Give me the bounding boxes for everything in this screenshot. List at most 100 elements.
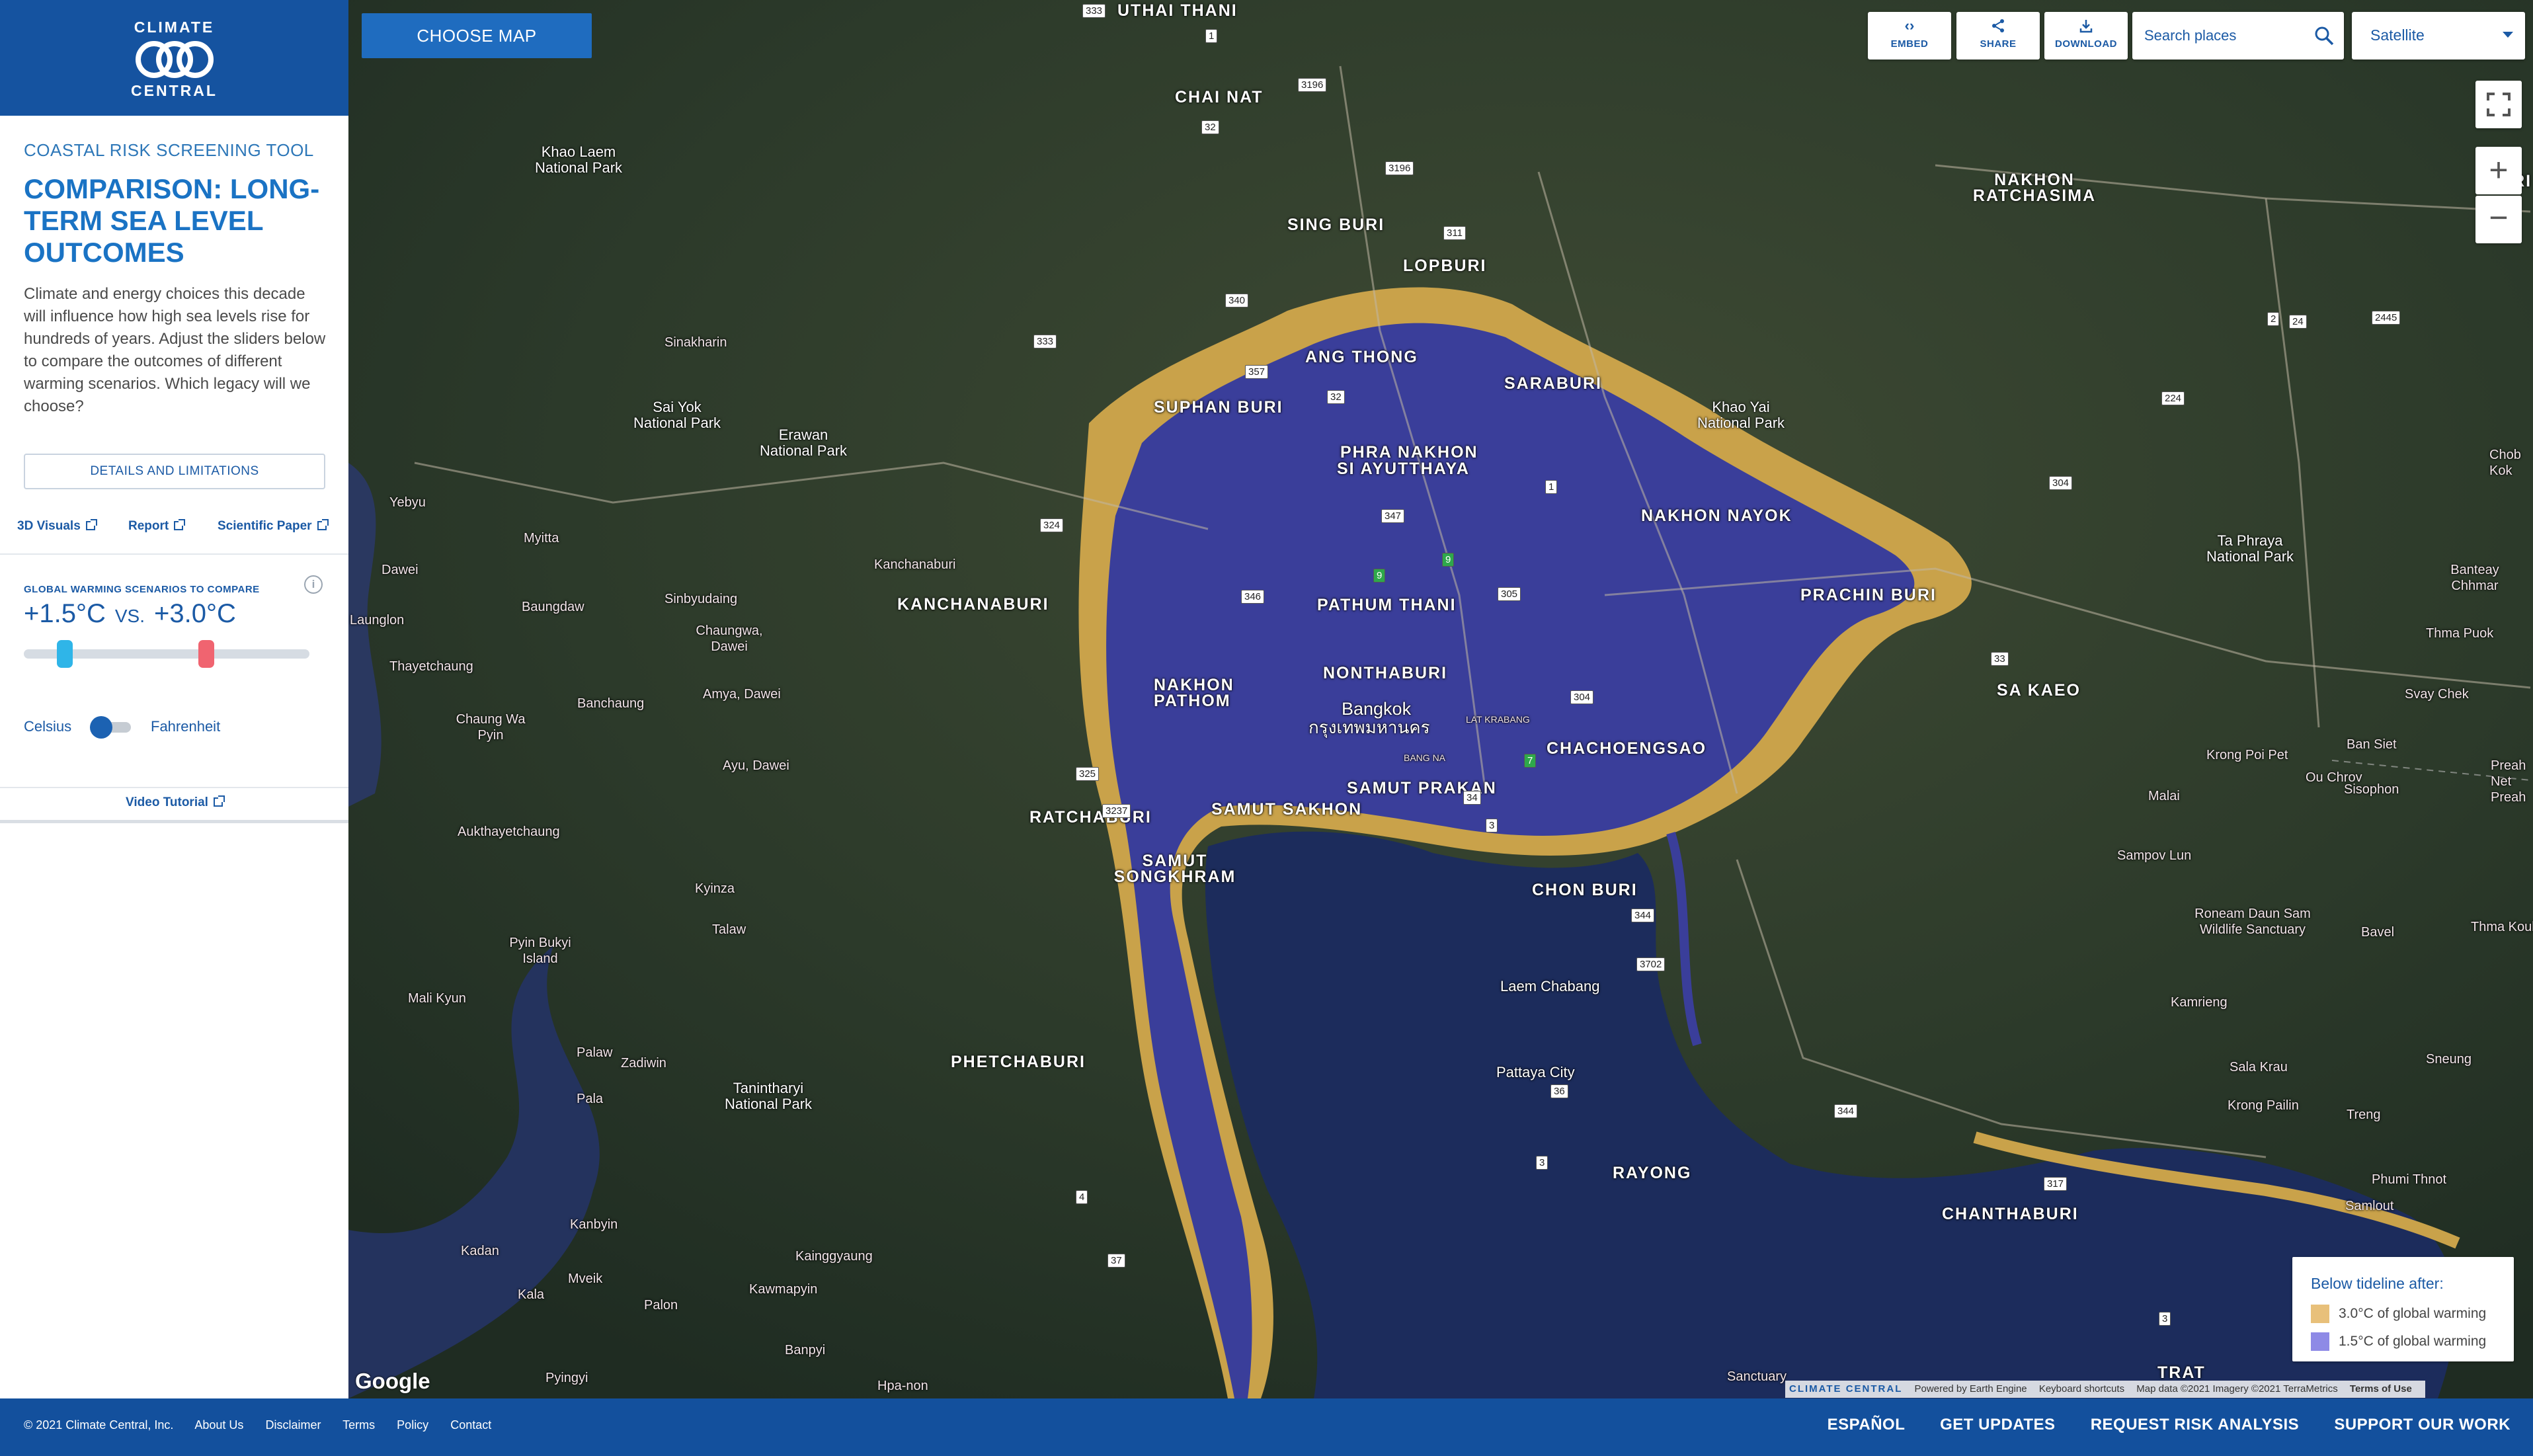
embed-button[interactable]: ‹› EMBED: [1868, 12, 1951, 60]
place-label: Chaung Wa Pyin: [456, 712, 526, 743]
place-label: Malai: [2148, 789, 2180, 803]
details-and-limitations-button[interactable]: DETAILS AND LIMITATIONS: [24, 454, 325, 489]
climate-central-logo[interactable]: CLIMATE CENTRAL: [0, 0, 348, 116]
road-shield: 317: [2044, 1177, 2068, 1191]
road-shield: 9: [1373, 569, 1386, 583]
place-label: Chob Kok: [2489, 448, 2521, 478]
link-report[interactable]: Report: [128, 519, 186, 534]
road-shield: 347: [1381, 509, 1405, 523]
place-label: Krong Pailin: [2228, 1098, 2299, 1113]
place-label: Treng: [2347, 1108, 2381, 1122]
place-label: Ta Phraya National Park: [2206, 532, 2294, 565]
satellite-map-image: [348, 0, 2533, 1398]
place-label: Zadiwin: [621, 1056, 666, 1071]
place-label: Khao Laem National Park: [534, 143, 623, 176]
road-shield: 344: [1631, 909, 1655, 922]
place-label: Banteay Chhmar: [2450, 563, 2499, 593]
place-label: NONTHABURI: [1323, 664, 1448, 682]
place-label: Sinbyudaing: [664, 592, 738, 606]
footer-nav-espanol[interactable]: ESPAÑOL: [1828, 1416, 1905, 1434]
road-shield: 340: [1225, 294, 1249, 307]
footer-link-contact[interactable]: Contact: [450, 1418, 491, 1432]
footer-link-disclaimer[interactable]: Disclaimer: [265, 1418, 321, 1432]
road-shield: 3196: [1298, 78, 1327, 92]
share-button[interactable]: SHARE: [1956, 12, 2040, 60]
place-label: Kamrieng: [2171, 995, 2228, 1010]
place-label: Bavel: [2361, 925, 2395, 940]
footer-nav-get-updates[interactable]: GET UPDATES: [1940, 1416, 2055, 1434]
place-label: CHANTHABURI: [1942, 1205, 2079, 1223]
scenarios-label: GLOBAL WARMING SCENARIOS TO COMPARE: [24, 584, 260, 595]
place-label: RATCHABURI: [1029, 808, 1152, 827]
fullscreen-button[interactable]: [2475, 81, 2522, 128]
place-label: ANG THONG: [1305, 348, 1418, 366]
sidebar: CLIMATE CENTRAL COASTAL RISK SCREENING T…: [0, 0, 348, 1398]
unit-toggle[interactable]: [90, 716, 134, 739]
scenario-low-handle[interactable]: [57, 640, 73, 668]
place-label: CHAI NAT: [1175, 88, 1264, 106]
place-label: Yebyu: [389, 495, 426, 510]
place-label: Pattaya City: [1496, 1064, 1575, 1080]
zoom-out-button[interactable]: −: [2475, 196, 2522, 243]
footer-nav: ESPAÑOL GET UPDATES REQUEST RISK ANALYSI…: [1797, 1416, 2511, 1434]
place-label: Erawan National Park: [759, 426, 848, 459]
road-shield: 2: [2267, 312, 2280, 326]
link-3d-visuals[interactable]: 3D Visuals: [17, 519, 97, 534]
place-label: NAKHON PATHOM: [1154, 676, 1234, 710]
road-shield: 304: [1570, 690, 1594, 704]
map-canvas[interactable]: UTHAI THANI CHAI NAT SING BURI LOPBURI A…: [348, 0, 2533, 1398]
share-icon: [1992, 19, 2004, 32]
place-label: PATHUM THANI: [1317, 596, 1457, 614]
place-label: PHRA NAKHON: [1340, 443, 1478, 462]
footer-nav-support-our-work[interactable]: SUPPORT OUR WORK: [2334, 1416, 2511, 1434]
place-label: Palaw: [577, 1045, 613, 1060]
place-label: Palon: [644, 1298, 678, 1313]
place-label: Thayetchaung: [389, 659, 473, 674]
basemap-select[interactable]: Satellite: [2352, 12, 2525, 60]
place-label: Aukthayetchaung: [458, 825, 560, 839]
scenario-high-handle[interactable]: [198, 640, 214, 668]
place-label: Svay Chek: [2405, 687, 2469, 702]
search-icon[interactable]: [2313, 25, 2335, 46]
place-label: CHACHOENGSAO: [1547, 739, 1707, 758]
place-label: Myitta: [524, 531, 559, 546]
link-scientific-paper[interactable]: Scientific Paper: [218, 519, 329, 534]
info-icon[interactable]: i: [304, 575, 323, 594]
zoom-in-button[interactable]: +: [2475, 147, 2522, 194]
place-label: SI AYUTTHAYA: [1337, 460, 1470, 478]
road-shield: 333: [1082, 4, 1106, 18]
celsius-label[interactable]: Celsius: [24, 718, 71, 735]
road-shield: 3: [2159, 1312, 2171, 1326]
link-scientific-paper-label: Scientific Paper: [218, 519, 312, 533]
place-label: SING BURI: [1287, 216, 1385, 234]
road-shield: 33: [1991, 652, 2009, 666]
keyboard-shortcuts-link[interactable]: Keyboard shortcuts: [2039, 1383, 2124, 1395]
scenario-low-value: +1.5°C: [24, 599, 106, 628]
footer-link-terms[interactable]: Terms: [342, 1418, 375, 1432]
footer-nav-request-risk-analysis[interactable]: REQUEST RISK ANALYSIS: [2091, 1416, 2299, 1434]
video-tutorial-link[interactable]: Video Tutorial: [0, 795, 348, 810]
road-shield: 311: [1443, 226, 1466, 240]
attribution-engine[interactable]: Powered by Earth Engine: [1915, 1383, 2027, 1395]
page-title: COMPARISON: LONG-TERM SEA LEVEL OUTCOMES: [24, 173, 320, 268]
footer-link-policy[interactable]: Policy: [397, 1418, 428, 1432]
footer-link-about[interactable]: About Us: [194, 1418, 243, 1432]
place-label: Ban Siet: [2347, 737, 2397, 752]
choose-map-button[interactable]: CHOOSE MAP: [362, 13, 592, 58]
fahrenheit-label[interactable]: Fahrenheit: [151, 718, 220, 735]
search-input[interactable]: [2144, 24, 2303, 48]
link-3d-visuals-label: 3D Visuals: [17, 519, 81, 533]
place-label: Khao Yai National Park: [1697, 399, 1785, 431]
road-shield: 34: [1463, 791, 1481, 805]
place-label: Banpyi: [785, 1343, 826, 1357]
road-shield: 324: [1040, 518, 1064, 532]
place-label: Tanintharyi National Park: [724, 1080, 813, 1112]
terms-of-use-link[interactable]: Terms of Use: [2350, 1383, 2412, 1395]
place-label: Hpa-non: [877, 1379, 928, 1393]
place-label: Amya, Dawei: [703, 687, 781, 702]
download-button[interactable]: DOWNLOAD: [2044, 12, 2128, 60]
place-label: Krong Poi Pet: [2206, 748, 2288, 762]
place-label: Mali Kyun: [408, 991, 466, 1006]
place-label: RAYONG: [1613, 1164, 1692, 1182]
google-logo: Google: [355, 1369, 430, 1393]
